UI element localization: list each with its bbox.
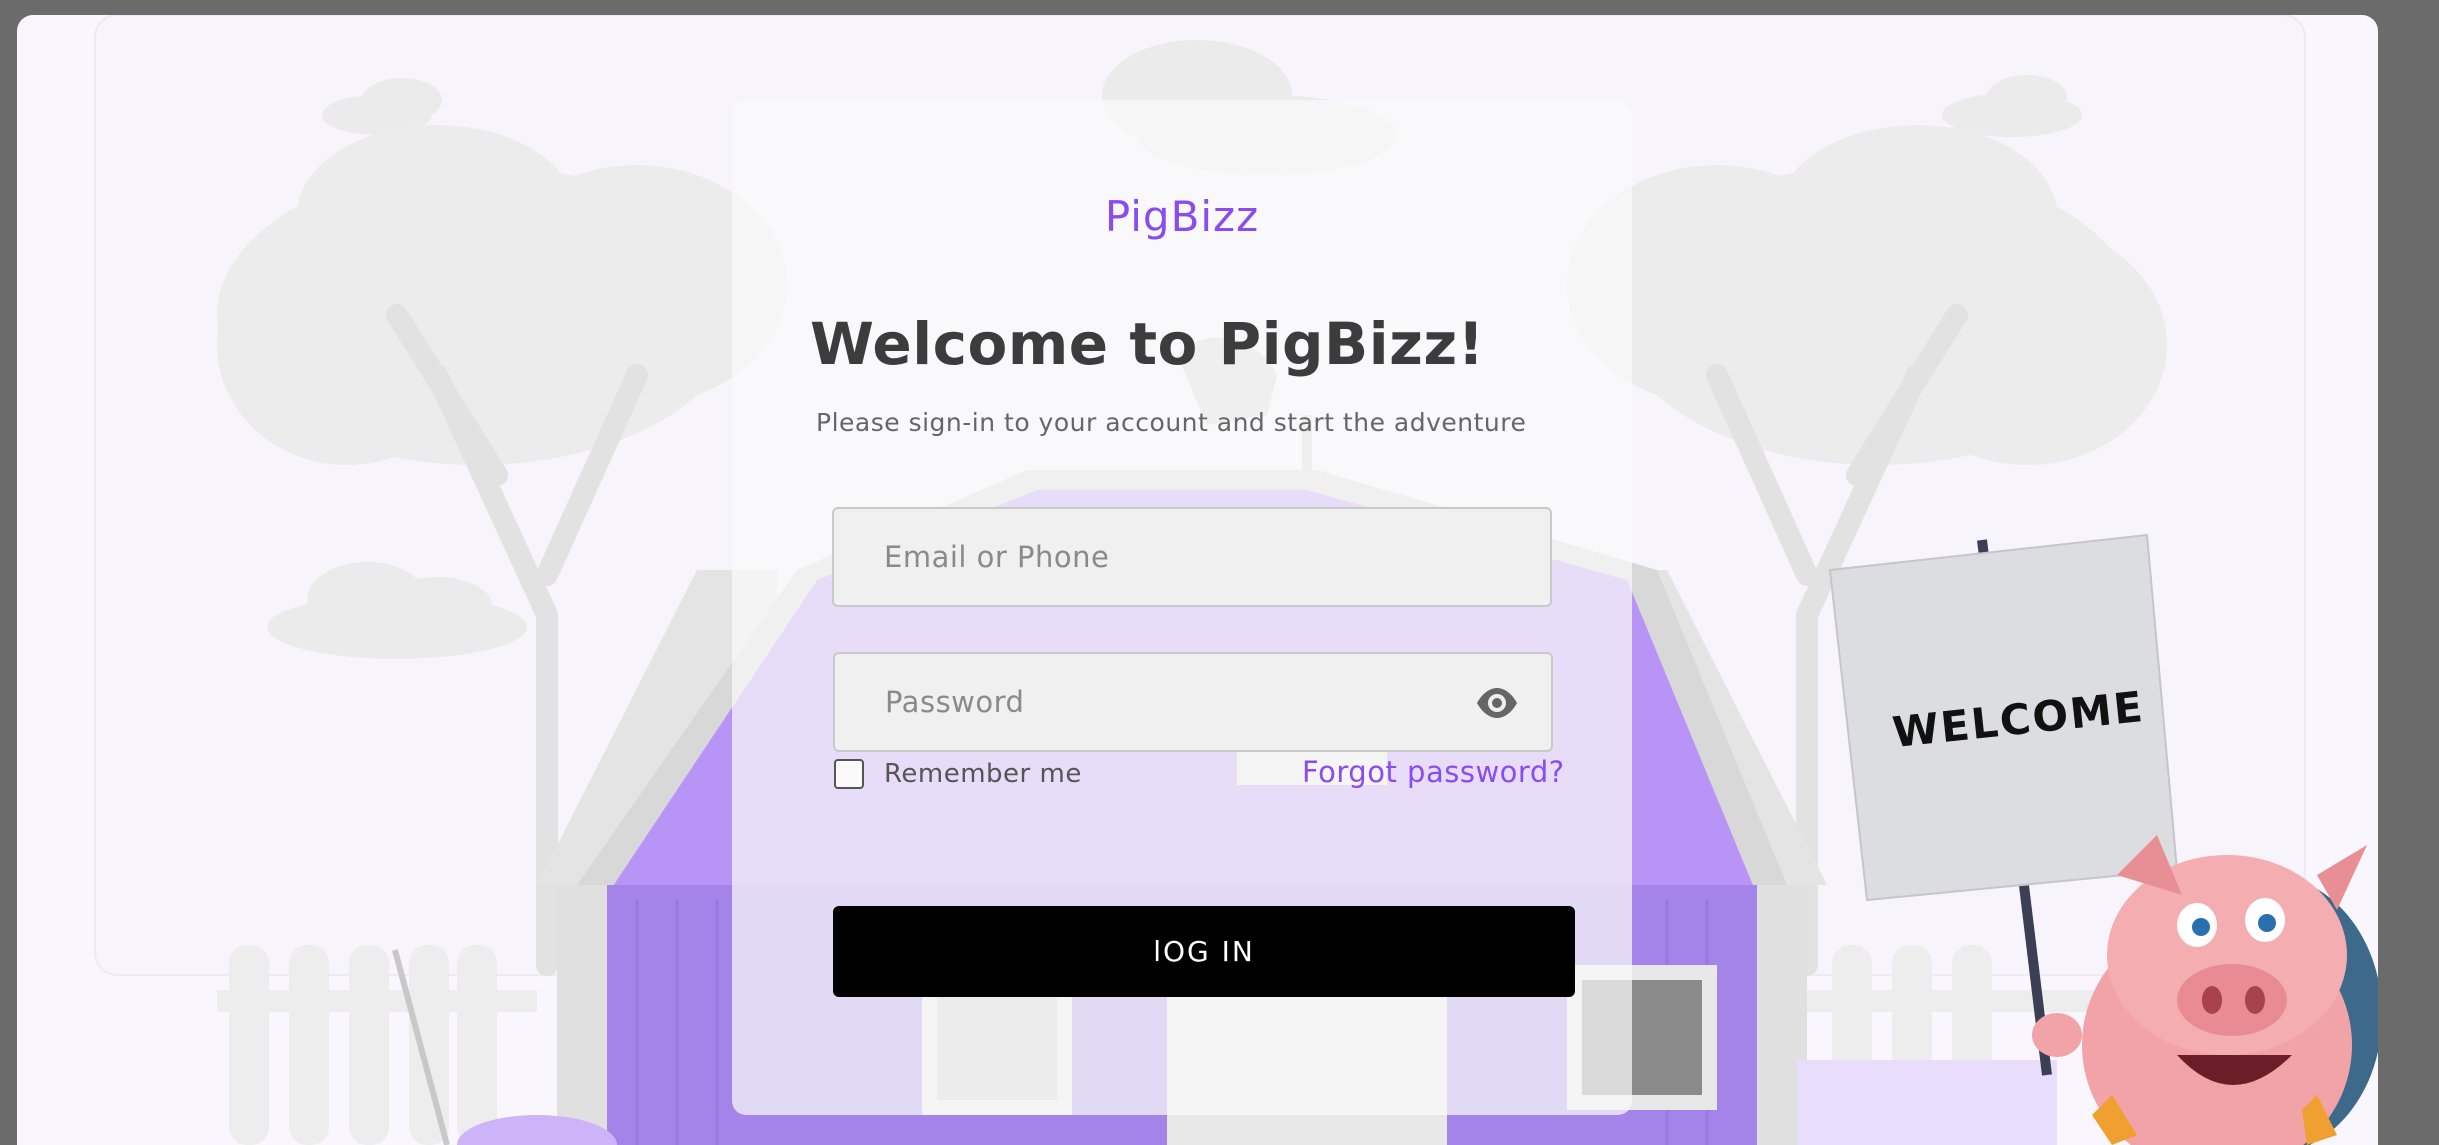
remember-me-checkbox[interactable] — [834, 759, 864, 789]
password-input[interactable] — [835, 654, 1551, 750]
welcome-title: Welcome to PigBizz! — [810, 310, 1485, 378]
login-card: PigBizz Welcome to PigBizz! Please sign-… — [732, 100, 1632, 1115]
email-input[interactable] — [834, 509, 1550, 605]
login-page: WELCOME PigBizz Welcome to PigBizz! Plea… — [17, 15, 2378, 1145]
password-field — [833, 652, 1553, 752]
welcome-subtitle: Please sign-in to your account and start… — [816, 408, 1527, 437]
email-field — [832, 507, 1552, 607]
eye-icon[interactable] — [1475, 686, 1519, 720]
brand-logo: PigBizz — [1104, 192, 1260, 241]
remember-me-label: Remember me — [884, 759, 1082, 789]
forgot-password-link[interactable]: Forgot password? — [1302, 755, 1565, 789]
login-button[interactable]: lOG IN — [833, 906, 1575, 997]
